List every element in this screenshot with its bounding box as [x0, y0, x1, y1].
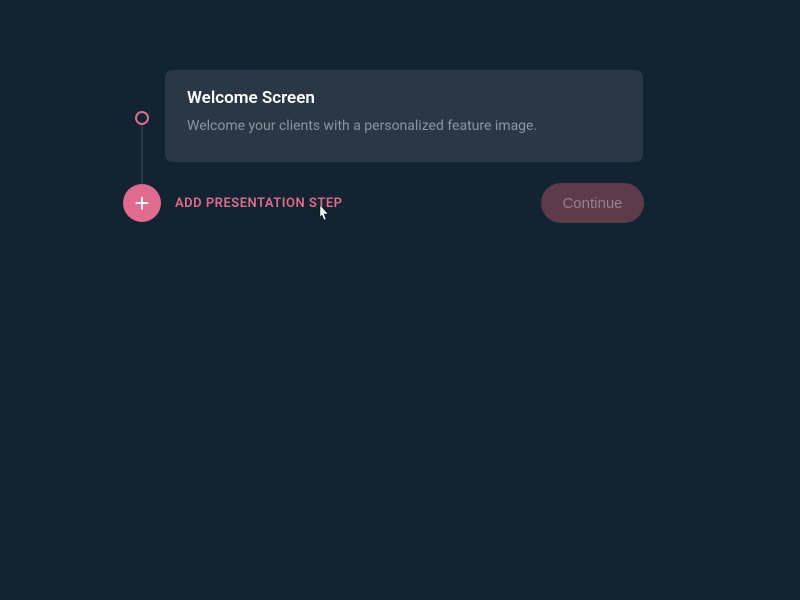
continue-button[interactable]: Continue: [541, 183, 644, 223]
card-title: Welcome Screen: [187, 88, 621, 108]
step-indicator-circle: [135, 111, 149, 125]
step-connector-line: [141, 125, 143, 187]
card-description: Welcome your clients with a personalized…: [187, 118, 621, 134]
plus-icon: +: [134, 190, 149, 216]
welcome-screen-card[interactable]: Welcome Screen Welcome your clients with…: [165, 70, 643, 162]
add-step-label[interactable]: ADD PRESENTATION STEP: [175, 196, 343, 211]
add-step-button[interactable]: +: [123, 184, 161, 222]
